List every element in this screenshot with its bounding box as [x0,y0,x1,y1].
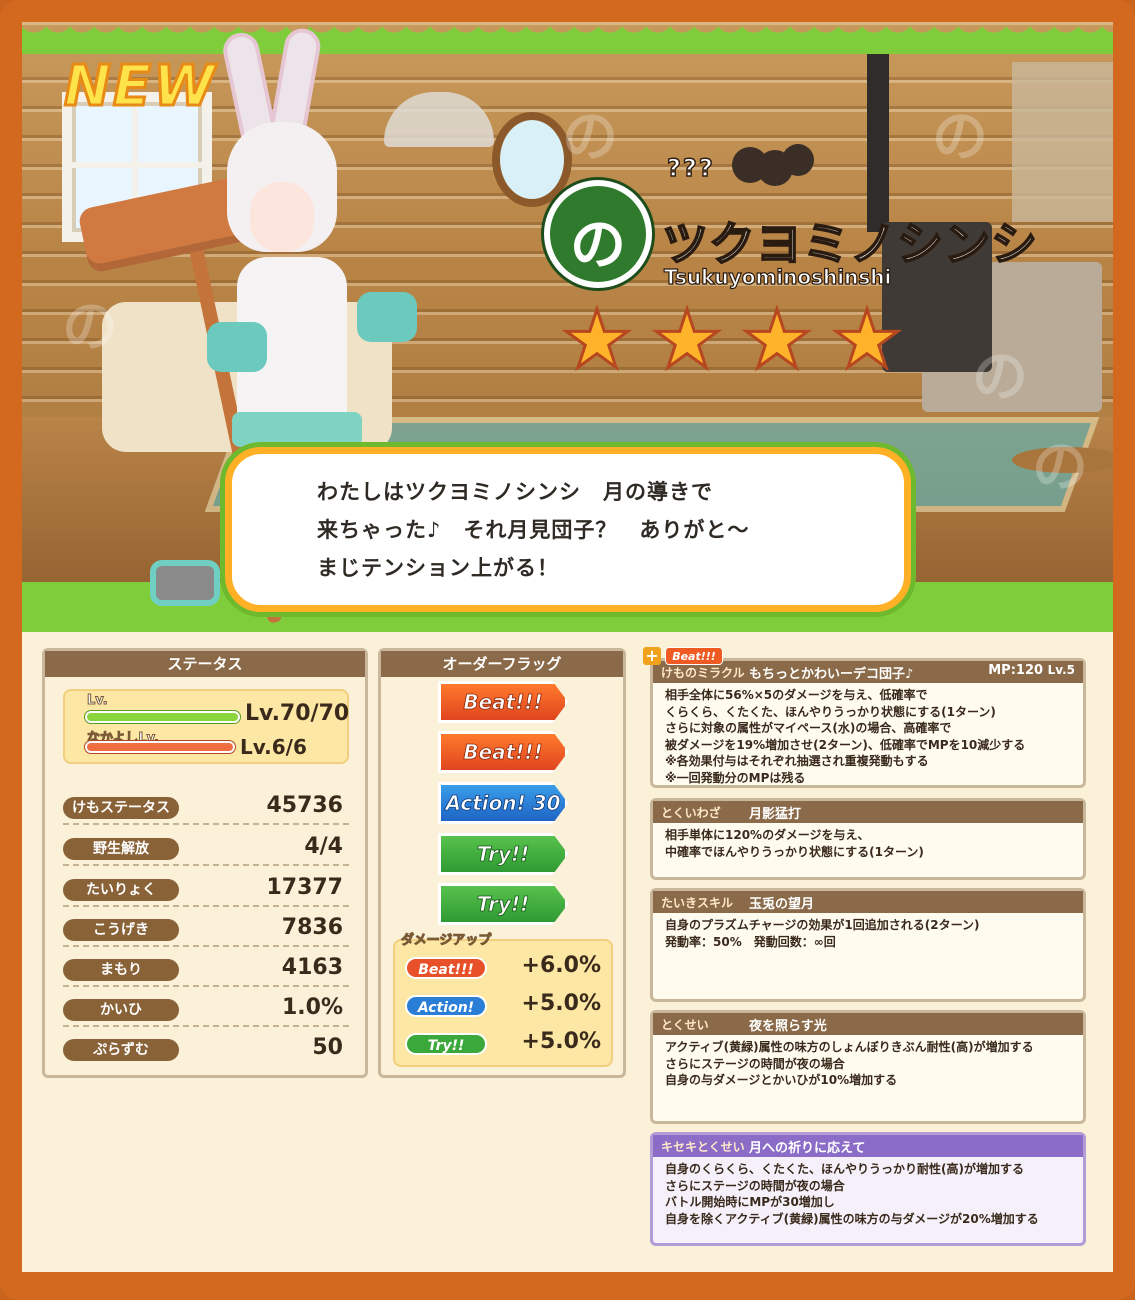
trait-category: とくせい [661,1018,709,1032]
watermark-icon: の [1032,435,1088,500]
status-title: ステータス [45,651,365,677]
standby-skill: たいきスキル 玉兎の望月 自身のプラズムチャージの効果が1回追加される(2ターン… [650,888,1086,1002]
watermark-icon: の [932,105,988,170]
stat-row: ぷらずむ 50 [63,1033,349,1067]
level-bar [85,711,240,723]
shelf [1012,62,1113,222]
miracle-skill: けものミラクル もちっとかわいーデコ団子♪ MP:120 Lv.5 + Beat… [643,647,1086,788]
star-icon: ★ [740,293,815,386]
damage-up-title: ダメージアップ [400,933,492,949]
stat-value: 1.0% [281,995,343,1020]
hero-banner: の の の の の NEW ??? の ツクヨミノシンシ Tsukuyomino… [22,22,1113,632]
character-face [250,182,314,252]
damage-up-try-label: Try!! [405,1033,487,1055]
friendship-value: Lv.6/6 [240,735,307,759]
standby-description: 自身のプラズムチャージの効果が1回追加される(2ターン) 発動率：50% 発動回… [665,918,980,949]
miracle-name: もちっとかわいーデコ団子♪ [749,667,914,682]
miracle-mp: MP:120 Lv.5 [988,663,1075,678]
stat-label: ぷらずむ [63,1039,179,1061]
stat-value: 50 [312,1035,343,1060]
stat-label: こうげき [63,919,179,941]
attribute-logo-icon: の [544,180,652,288]
level-value: Lv.70/70 [245,701,350,726]
flag-action: Action! 30 [438,782,568,824]
order-flag-title: オーダーフラッグ [381,651,623,677]
special-description: 相手単体に120%のダメージを与え、 中確率でほんやりうっかり状態にする(1ター… [665,828,924,859]
character-sleeve [207,322,267,372]
damage-up-box: ダメージアップ Beat!!! +6.0% Action! +5.0% Try!… [393,933,613,1067]
unknown-label: ??? [666,153,715,182]
stat-row: たいりょく 17377 [63,873,349,907]
damage-up-beat-label: Beat!!! [405,957,487,979]
stove-chimney [867,42,889,232]
standby-header: たいきスキル 玉兎の望月 [653,891,1083,913]
level-box: Lv. Lv.70/70 なかよしLv. Lv.6/6 [63,689,349,764]
stat-label: かいひ [63,999,179,1021]
standby-name: 玉兎の望月 [749,897,815,912]
special-category: とくいわざ [661,806,721,820]
standby-category: たいきスキル [661,896,734,910]
speech-bubble: わたしはツクヨミノシンシ 月の導きで 来ちゃった♪ それ月見団子？ ありがと～ … [225,447,911,612]
stat-row: かいひ 1.0% [63,993,349,1027]
stat-value: 7836 [281,915,343,940]
kiseki-description: 自身のくらくら、くたくた、ほんやりうっかり耐性(高)が増加する さらにステージの… [665,1162,1039,1226]
flag-beat: Beat!!! [438,681,568,723]
stat-label: たいりょく [63,879,179,901]
dialogue-line: まじテンション上がる！ [317,556,559,580]
kiseki-header: キセキとくせい 月への祈りに応えて [653,1135,1083,1157]
special-header: とくいわざ 月影猛打 [653,801,1083,823]
stat-label: 野生解放 [63,838,179,860]
miracle-category: けものミラクル [661,666,745,680]
kiseki-category: キセキとくせい [661,1140,745,1154]
miracle-description: 相手全体に56%×5のダメージを与え、低確率で くらくら、くたくた、ほんやりうっ… [665,688,1026,785]
special-skill: とくいわざ 月影猛打 相手単体に120%のダメージを与え、 中確率でほんやりうっ… [650,798,1086,880]
flag-try: Try!! [438,883,568,925]
kiseki-name: 月への祈りに応えて [749,1141,866,1156]
friend-card: の の の の の NEW ??? の ツクヨミノシンシ Tsukuyomino… [22,22,1113,1272]
stat-value: 45736 [266,793,343,818]
star-icon: ★ [560,293,635,386]
status-panel: ステータス Lv. Lv.70/70 なかよしLv. Lv.6/6 けもステータ… [42,648,368,1078]
friendship-bar [85,741,235,753]
stat-row: 野生解放 4/4 [63,832,349,866]
character-shoe [150,560,220,606]
miracle-flag-tag: Beat!!! [665,647,723,665]
character-name-romaji: Tsukuyominoshinshi [663,264,892,289]
flag-beat: Beat!!! [438,731,568,773]
stat-value: 17377 [266,875,343,900]
trait-description: アクティブ(黄緑)属性の味方のしょんぼりきぶん耐性(高)が増加する さらにステー… [665,1040,1034,1087]
stat-value: 4163 [281,955,343,980]
special-name: 月影猛打 [749,807,802,822]
stat-value: 4/4 [304,834,343,859]
stat-row: けもステータス 45736 [63,791,349,825]
order-flag-panel: オーダーフラッグ Beat!!! Beat!!! Action! 30 Try!… [378,648,626,1078]
rarity-stars: ★ ★ ★ ★ [556,293,908,386]
flag-try: Try!! [438,833,568,875]
damage-up-action-value: +5.0% [521,991,601,1016]
watermark-icon: の [972,345,1028,410]
damage-up-try-value: +5.0% [521,1029,601,1054]
plus-icon: + [643,647,661,665]
damage-up-beat-value: +6.0% [521,953,601,978]
round-window [492,112,572,207]
pan-icon [782,144,814,176]
stat-row: こうげき 7836 [63,913,349,947]
stat-label: まもり [63,959,179,981]
star-icon: ★ [650,293,725,386]
star-icon: ★ [830,293,905,386]
kiseki-trait: キセキとくせい 月への祈りに応えて 自身のくらくら、くたくた、ほんやりうっかり耐… [650,1132,1086,1246]
character-sleeve [357,292,417,342]
watermark-icon: の [562,105,618,170]
trait-name: 夜を照らす光 [749,1019,827,1034]
stat-row: まもり 4163 [63,953,349,987]
stat-label: けもステータス [63,797,179,819]
dialogue-line: わたしはツクヨミノシンシ 月の導きで [317,480,713,504]
trait-header: とくせい 夜を照らす光 [653,1013,1083,1035]
trait-skill: とくせい 夜を照らす光 アクティブ(黄緑)属性の味方のしょんぼりきぶん耐性(高)… [650,1010,1086,1124]
dialogue-line: 来ちゃった♪ それ月見団子？ ありがと～ [317,518,750,542]
level-label: Lv. [87,693,109,709]
damage-up-action-label: Action! [405,995,487,1017]
